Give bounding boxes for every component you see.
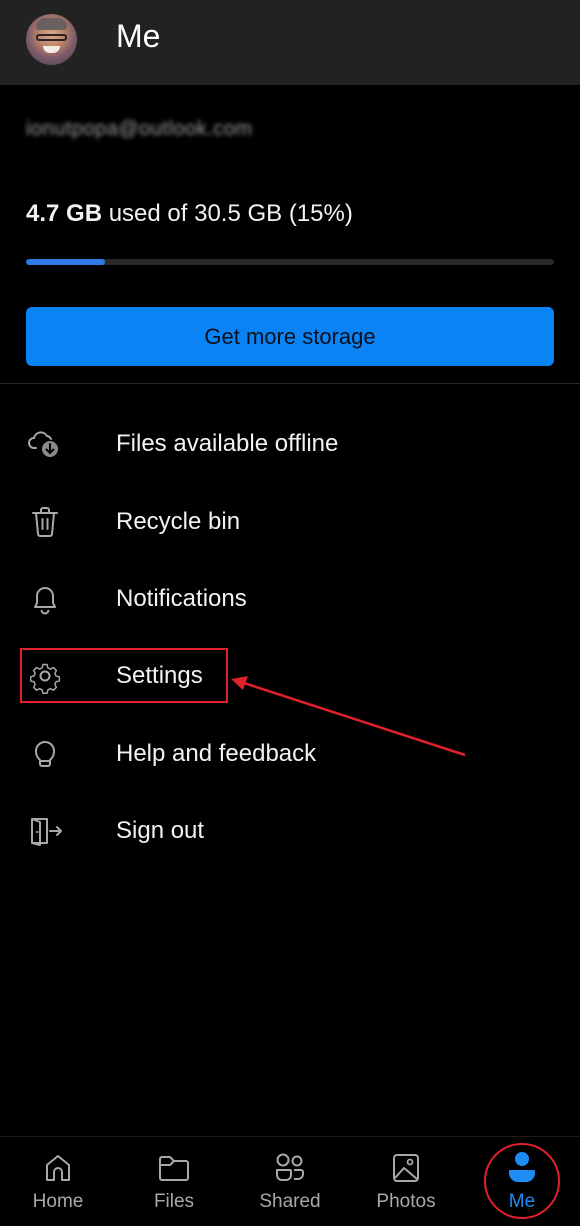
storage-used: 4.7 GB bbox=[26, 200, 103, 227]
annotation-highlight-circle bbox=[484, 1143, 560, 1219]
menu-item-sign-out[interactable]: Sign out bbox=[0, 796, 580, 866]
avatar[interactable] bbox=[26, 14, 77, 65]
menu-item-label: Help and feedback bbox=[116, 740, 317, 767]
shared-people-icon bbox=[273, 1151, 307, 1185]
photo-icon bbox=[389, 1151, 423, 1185]
avatar-smile bbox=[43, 46, 60, 53]
menu-item-label: Notifications bbox=[116, 585, 247, 612]
menu-item-recycle-bin[interactable]: Recycle bin bbox=[0, 487, 580, 557]
home-icon bbox=[41, 1151, 75, 1185]
nav-tab-shared[interactable]: Shared bbox=[232, 1137, 348, 1226]
menu-item-help-feedback[interactable]: Help and feedback bbox=[0, 719, 580, 789]
trash-icon bbox=[26, 503, 64, 541]
menu-item-label: Sign out bbox=[116, 817, 205, 844]
menu-item-notifications[interactable]: Notifications bbox=[0, 564, 580, 634]
storage-progress-fill bbox=[26, 259, 106, 265]
menu-item-label: Files available offline bbox=[116, 430, 339, 457]
annotation-highlight-box bbox=[20, 648, 228, 703]
nav-label: Shared bbox=[259, 1191, 321, 1212]
get-more-storage-button[interactable]: Get more storage bbox=[26, 307, 554, 366]
page-title: Me bbox=[116, 18, 161, 54]
lightbulb-icon bbox=[26, 735, 64, 773]
nav-tab-home[interactable]: Home bbox=[0, 1137, 116, 1226]
storage-progress-bar bbox=[26, 259, 554, 265]
menu-item-files-offline[interactable]: Files available offline bbox=[0, 409, 580, 479]
storage-rest: used of 30.5 GB (15%) bbox=[102, 200, 353, 227]
storage-usage-text: 4.7 GB used of 30.5 GB (15%) bbox=[26, 200, 353, 228]
nav-label: Photos bbox=[376, 1191, 436, 1212]
bell-icon bbox=[26, 580, 64, 618]
folder-icon bbox=[157, 1151, 191, 1185]
sign-out-icon bbox=[26, 812, 64, 850]
nav-label: Home bbox=[32, 1191, 84, 1212]
nav-label: Files bbox=[153, 1191, 195, 1212]
nav-tab-files[interactable]: Files bbox=[116, 1137, 232, 1226]
cloud-download-icon bbox=[26, 425, 64, 463]
account-email: ionutpopa@outlook.com bbox=[26, 118, 253, 140]
nav-tab-photos[interactable]: Photos bbox=[348, 1137, 464, 1226]
menu-item-label: Recycle bin bbox=[116, 508, 241, 535]
avatar-hair bbox=[36, 18, 67, 30]
section-divider bbox=[0, 383, 580, 384]
app-header: Me bbox=[0, 0, 580, 85]
avatar-glasses bbox=[36, 34, 67, 41]
